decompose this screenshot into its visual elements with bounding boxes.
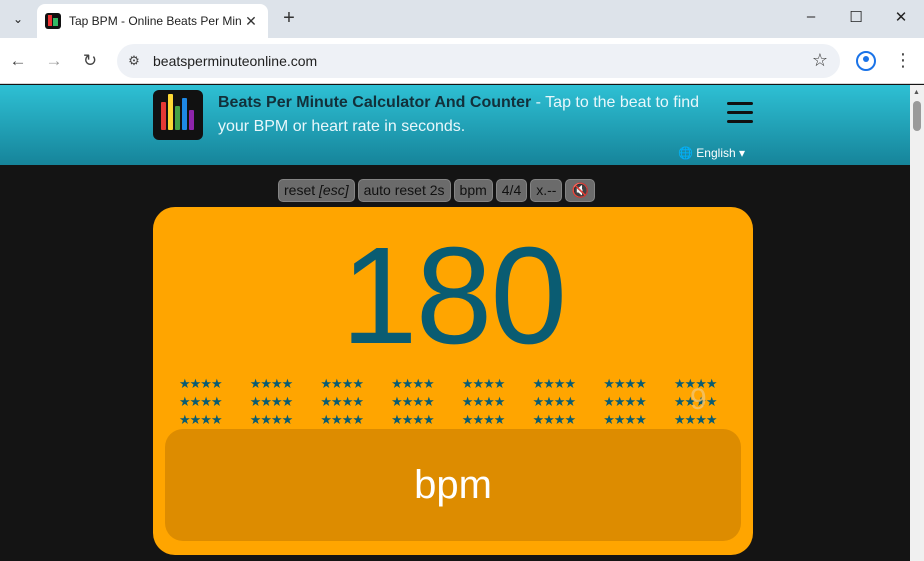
tap-count-overlay: 9 xyxy=(690,383,707,416)
auto-reset-button[interactable]: auto reset 2s xyxy=(357,179,451,202)
back-arrow-icon[interactable]: ← xyxy=(6,49,30,73)
mute-button[interactable]: 🔇 xyxy=(565,179,595,202)
scroll-thumb[interactable] xyxy=(913,101,921,131)
tap-label: bpm xyxy=(414,462,492,507)
window-close-icon[interactable]: ✕ xyxy=(890,8,912,26)
star-group: ★★★★ xyxy=(320,394,364,409)
forward-arrow-icon[interactable]: → xyxy=(42,49,66,73)
tab-strip: ⌄ Tap BPM - Online Beats Per Minute Coun… xyxy=(0,0,924,38)
unit-button[interactable]: bpm xyxy=(453,179,493,202)
browser-menu-icon[interactable]: ⋮ xyxy=(894,48,912,72)
hamburger-menu-icon[interactable] xyxy=(727,102,753,124)
star-group: ★★★★ xyxy=(532,376,577,391)
multiplier-button[interactable]: x.-- xyxy=(530,179,563,202)
scroll-up-arrow-icon[interactable]: ▲ xyxy=(913,89,920,96)
reset-shortcut: [esc] xyxy=(319,182,349,198)
star-group: ★★★★ xyxy=(391,394,435,409)
site-title: Beats Per Minute Calculator And Counter xyxy=(218,94,532,111)
language-selector[interactable]: 🌐 English ▾ xyxy=(678,146,745,160)
star-group: ★★★★ xyxy=(179,376,223,391)
header-description: Beats Per Minute Calculator And Counter … xyxy=(218,91,718,139)
active-tab[interactable]: Tap BPM - Online Beats Per Minute Counte… xyxy=(37,4,268,38)
site-favicon-icon xyxy=(45,13,61,29)
reload-icon[interactable]: ↻ xyxy=(78,49,102,73)
star-group: ★★★★ xyxy=(461,376,506,391)
star-group: ★★★★ xyxy=(179,394,223,409)
caret-down-icon: ▾ xyxy=(739,146,746,160)
globe-icon: 🌐 xyxy=(678,146,693,160)
star-group: ★★★★ xyxy=(249,376,294,391)
star-group: ★★★★ xyxy=(320,376,364,391)
star-group: ★★★★ xyxy=(532,412,577,427)
address-bar[interactable]: ⚙ beatsperminuteonline.com ☆ xyxy=(117,44,840,78)
control-bar: reset [esc] auto reset 2s bpm 4/4 x.-- 🔇 xyxy=(278,179,595,203)
bpm-panel: 180 ★★★★ ★★★★ ★★★★ ★★★★ ★★★★ ★★★★ ★★★★ ★★★★ ★★★★… xyxy=(153,207,753,555)
tab-title: Tap BPM - Online Beats Per Minute Counte… xyxy=(69,14,241,28)
beat-stars: ★★★★ ★★★★ ★★★★ ★★★★ ★★★★ ★★★★ ★★★★ ★★★★ ★★★★ ★★★★… xyxy=(179,375,727,431)
star-group: ★★★★ xyxy=(603,376,647,391)
reset-label: reset xyxy=(284,182,320,198)
star-group: ★★★★ xyxy=(249,394,294,409)
minimize-icon[interactable]: – xyxy=(800,8,822,25)
star-group: ★★★★ xyxy=(603,412,647,427)
bookmark-star-icon[interactable]: ☆ xyxy=(812,50,828,71)
maximize-icon[interactable]: ☐ xyxy=(845,8,867,26)
star-group: ★★★★ xyxy=(391,376,435,391)
site-settings-icon[interactable]: ⚙ xyxy=(125,52,143,70)
star-group: ★★★★ xyxy=(391,412,435,427)
page-scrollbar[interactable]: ▲ xyxy=(910,85,924,561)
browser-toolbar: ← → ↻ ⚙ beatsperminuteonline.com ☆ ⋮ xyxy=(0,38,924,84)
star-group: ★★★★ xyxy=(532,394,577,409)
star-group: ★★★★ xyxy=(179,412,223,427)
bpm-value: 180 xyxy=(340,219,567,373)
star-group: ★★★★ xyxy=(461,394,506,409)
page-content: Beats Per Minute Calculator And Counter … xyxy=(0,85,924,561)
tab-search-chevron-icon[interactable]: ⌄ xyxy=(6,7,30,31)
site-header: Beats Per Minute Calculator And Counter … xyxy=(0,85,910,165)
star-group: ★★★★ xyxy=(320,412,364,427)
url-text[interactable]: beatsperminuteonline.com xyxy=(153,53,317,69)
star-group: ★★★★ xyxy=(603,394,647,409)
time-signature-button[interactable]: 4/4 xyxy=(495,179,528,202)
tab-close-icon[interactable]: ✕ xyxy=(242,13,260,30)
new-tab-plus-icon[interactable]: + xyxy=(278,8,300,30)
reset-button[interactable]: reset [esc] xyxy=(278,179,355,202)
star-group: ★★★★ xyxy=(461,412,506,427)
tap-button[interactable]: bpm xyxy=(165,429,741,541)
mute-speaker-icon: 🔇 xyxy=(571,182,589,198)
site-logo[interactable] xyxy=(153,90,203,140)
star-group: ★★★★ xyxy=(249,412,294,427)
language-label: English xyxy=(696,146,736,160)
profile-avatar-icon[interactable] xyxy=(856,51,876,71)
